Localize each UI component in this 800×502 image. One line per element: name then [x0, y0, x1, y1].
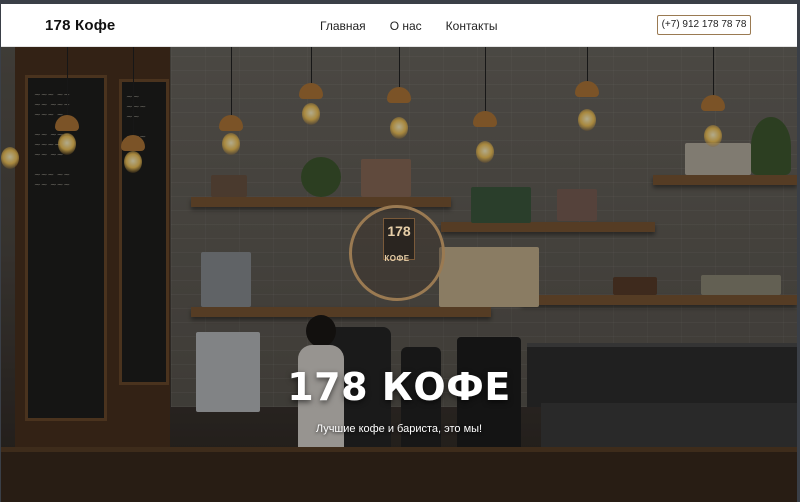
site-header: 178 Кофе Главная О нас Контакты (+7) 912… — [1, 4, 797, 47]
hero-section: ~~~ ~~ ~~ ~~~ ~~~ ~ ~~ ~~~ ~~~~ ~ ~~ ~~ ~~~ ~~… — [1, 47, 797, 502]
brand-logo[interactable]: 178 Кофе — [45, 17, 115, 34]
nav-about[interactable]: О нас — [390, 19, 422, 33]
main-nav: Главная О нас Контакты — [320, 19, 498, 33]
coffee-emblem: 178 КОФЕ — [349, 205, 445, 301]
nav-home[interactable]: Главная — [320, 19, 366, 33]
nav-contacts[interactable]: Контакты — [446, 19, 498, 33]
emblem-number: 178 — [387, 223, 411, 239]
hero-subtitle: Лучшие кофе и бариста, это мы! — [315, 423, 483, 435]
emblem-word: КОФЕ — [384, 254, 410, 263]
phone-button[interactable]: (+7) 912 178 78 78 — [657, 15, 751, 35]
hero-title: 178 КОФЕ — [287, 365, 511, 409]
